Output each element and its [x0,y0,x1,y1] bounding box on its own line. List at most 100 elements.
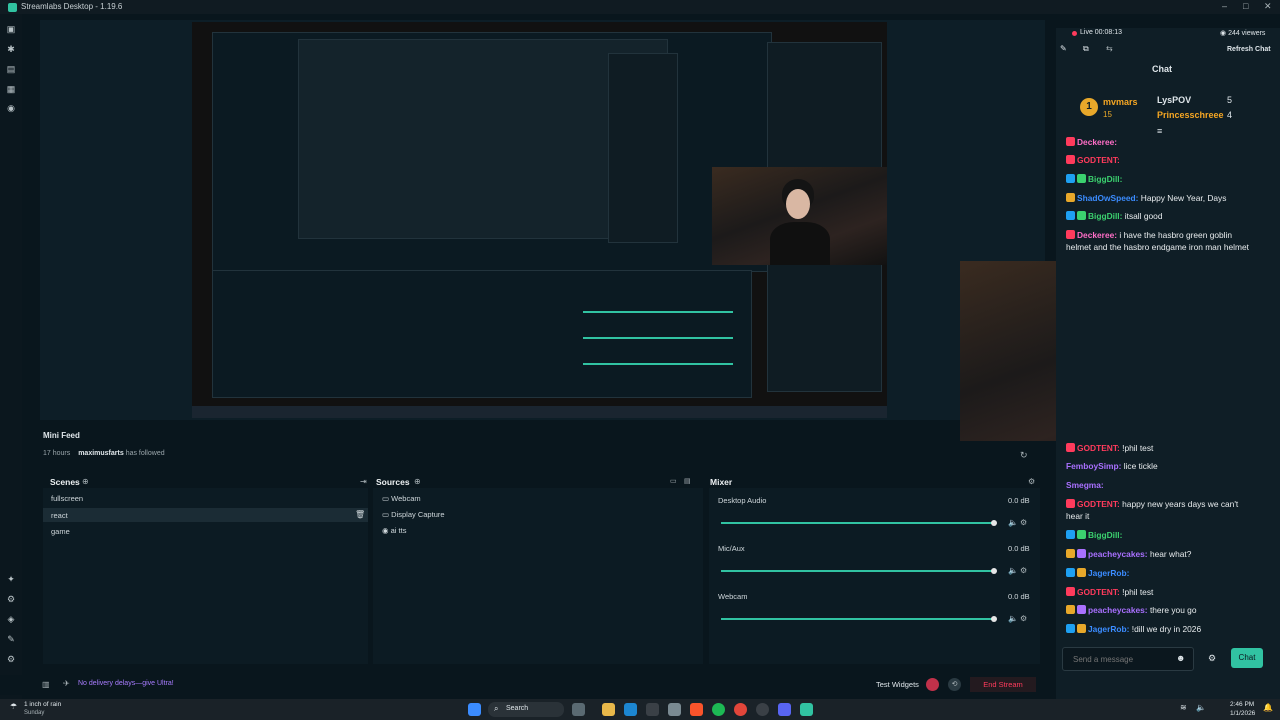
end-stream-button[interactable]: End Stream [970,677,1036,692]
channel-settings-icon[interactable]: ⚙ [1020,518,1027,527]
scene-item[interactable]: fullscreen [51,494,83,503]
clock-time[interactable]: 2:46 PM [1230,701,1254,708]
record-button[interactable] [926,678,939,691]
viewer-count: ◉ 244 viewers [1220,30,1266,37]
edit-icon[interactable]: ✎ [1060,44,1067,53]
chat-message: Deckeree: [1066,137,1117,147]
replay-buffer-icon[interactable]: ⟲ [948,678,961,691]
terminal-icon[interactable] [646,703,659,716]
window-title: Streamlabs Desktop - 1.19.6 [21,2,123,11]
discord-icon[interactable] [778,703,791,716]
refresh-icon[interactable]: ↻ [1020,450,1028,461]
wifi-icon[interactable]: ≋ [1180,703,1187,712]
maximize-icon[interactable]: □ [1243,1,1248,11]
weather-text[interactable]: 1 inch of rain [24,701,61,708]
top-chatter-2-name: LysPOV [1157,95,1192,105]
delete-scene-icon[interactable]: 🗑 [355,510,365,519]
nested-taskbar [192,406,887,418]
themes-icon[interactable]: ✱ [6,44,16,54]
source-item[interactable]: ▭ Webcam [382,494,421,503]
share-icon[interactable]: ⇆ [1106,44,1113,53]
mixer-channel-name: Webcam [718,592,748,601]
store-icon[interactable]: ▤ [6,64,16,74]
volume-slider[interactable] [721,618,996,620]
scene-item[interactable]: react [51,511,68,520]
ultra-promo-link[interactable]: No delivery delays—give Ultra! [78,680,174,687]
ai-icon[interactable]: ✦ [6,574,16,584]
top-chatter-1-count: 15 [1103,110,1112,119]
file-explorer-icon[interactable] [602,703,615,716]
obs-icon[interactable] [756,703,769,716]
nested-preview [212,32,772,272]
volume-slider[interactable] [721,522,996,524]
mixer-channel-db: 0.0 dB [1008,592,1030,601]
mini-feed-item: 17 hours maximusfarts has followed [43,450,165,457]
feed-user[interactable]: maximusfarts [78,450,124,457]
apps-icon[interactable]: ▦ [6,84,16,94]
windows-start-icon[interactable] [468,703,481,716]
source-item[interactable]: ◉ ai tts [382,526,406,535]
streamlabs-taskbar-icon[interactable] [800,703,813,716]
mute-icon[interactable]: 🔈 [1008,518,1018,527]
tools-icon[interactable]: ⚙ [6,594,16,604]
scene-transitions-icon[interactable]: ⇥ [360,477,367,486]
add-scene-icon[interactable]: ⊕ [82,477,89,486]
spotify-icon[interactable] [712,703,725,716]
highlighter-icon[interactable]: ◈ [6,614,16,624]
refresh-chat-button[interactable]: Refresh Chat [1227,46,1271,53]
mixer-panel [709,488,1040,664]
editor-icon[interactable]: ▣ [6,24,16,34]
emoji-icon[interactable]: ☻ [1176,653,1185,663]
popout-icon[interactable]: ⧉ [1083,44,1089,54]
title-bar: Streamlabs Desktop - 1.19.6 – □ ✕ [0,0,1280,14]
chat-message: GODTENT: !phil test [1066,443,1153,453]
chat-send-button[interactable]: Chat [1231,648,1263,668]
feed-event: has followed [125,450,165,457]
nested-editor [212,270,752,398]
chat-message: BiggDill: itsall good [1066,211,1162,221]
chat-message: FemboySimp: lice tickle [1066,461,1158,471]
chrome-icon[interactable] [734,703,747,716]
dashboard-icon[interactable]: ◉ [6,103,16,113]
source-settings-icon[interactable]: ▤ [684,477,691,485]
eye-icon: ◉ [1220,30,1229,37]
chat-settings-icon[interactable]: ⚙ [1208,653,1216,664]
channel-settings-icon[interactable]: ⚙ [1020,566,1027,575]
close-icon[interactable]: ✕ [1264,1,1272,12]
mute-icon[interactable]: 🔈 [1008,614,1018,623]
volume-slider[interactable] [721,570,996,572]
stream-preview[interactable] [192,22,887,418]
mail-icon[interactable] [624,703,637,716]
source-item[interactable]: ▭ Display Capture [382,510,445,519]
top-chatter-3-name: Princesschreee [1157,110,1224,120]
channel-settings-icon[interactable]: ⚙ [1020,614,1027,623]
chat-message: GODTENT: !phil test [1066,587,1153,597]
test-widgets-button[interactable]: Test Widgets [876,680,919,689]
task-view-icon[interactable] [572,703,585,716]
nested-chat [608,53,678,243]
volume-icon[interactable]: 🔈 [1196,703,1206,712]
mixer-channel-name: Mic/Aux [718,544,745,553]
clock-date[interactable]: 1/1/2026 [1230,710,1255,717]
volume-knob[interactable] [991,568,997,574]
chat-message: GODTENT: [1066,155,1120,165]
minimize-icon[interactable]: – [1222,1,1227,11]
studio-mode-icon[interactable]: ✎ [6,634,16,644]
settings-icon[interactable]: ⚙ [6,654,16,664]
scene-item-selected[interactable] [43,508,368,522]
notification-icon[interactable]: 🔔 [1263,703,1273,712]
mixer-settings-icon[interactable]: ⚙ [1028,477,1035,486]
brave-icon[interactable] [690,703,703,716]
add-source-icon[interactable]: ⊕ [414,477,421,486]
expand-icon[interactable]: ≡ [1157,126,1162,136]
volume-knob[interactable] [991,520,997,526]
chat-input[interactable] [1062,647,1194,671]
volume-knob[interactable] [991,616,997,622]
search-box[interactable]: ⌕ Search [488,702,564,717]
source-folder-icon[interactable]: ▭ [670,477,677,485]
performance-icon[interactable]: ▥ [42,680,50,689]
top-chatter-3-count: 4 [1227,110,1233,120]
scene-item[interactable]: game [51,527,70,536]
mute-icon[interactable]: 🔈 [1008,566,1018,575]
settings-app-icon[interactable] [668,703,681,716]
